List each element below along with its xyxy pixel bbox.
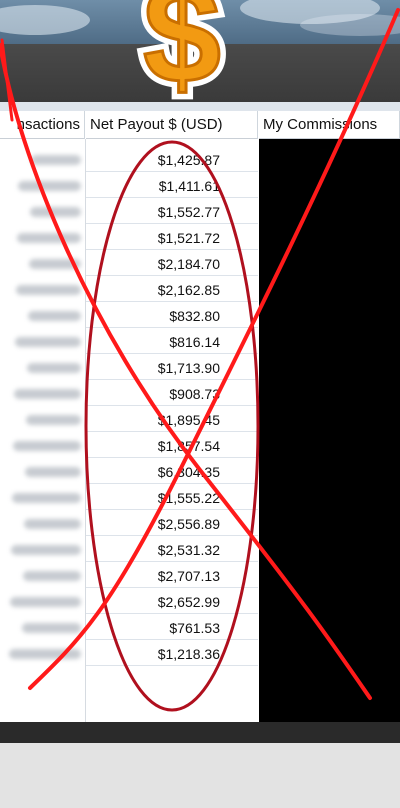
payout-cell[interactable]: $2,184.70 xyxy=(86,251,258,276)
redacted-transaction-cell xyxy=(12,493,81,503)
commissions-column-blacked-out xyxy=(259,139,400,722)
payout-cell[interactable]: $2,652.99 xyxy=(86,589,258,614)
redacted-transaction-cell xyxy=(30,207,81,217)
bottom-light-area xyxy=(0,743,400,808)
payout-cell[interactable]: $908.73 xyxy=(86,381,258,406)
redacted-transaction-cell xyxy=(18,181,81,191)
dollar-sign-icon: $ $ xyxy=(136,0,228,119)
svg-text:$: $ xyxy=(143,0,221,102)
payout-cell[interactable]: $832.80 xyxy=(86,303,258,328)
payout-cell[interactable]: $761.53 xyxy=(86,615,258,640)
redacted-transaction-cell xyxy=(29,259,81,269)
payout-cell[interactable]: $1,411.61 xyxy=(86,173,258,198)
redacted-transaction-cell xyxy=(11,545,81,555)
payout-cell[interactable]: $1,218.36 xyxy=(86,641,258,666)
payout-cell[interactable]: $2,556.89 xyxy=(86,511,258,536)
redacted-transaction-cell xyxy=(22,623,81,633)
redacted-transaction-cell xyxy=(25,467,81,477)
payout-cell[interactable]: $1,425.87 xyxy=(86,147,258,172)
payout-cell[interactable]: $1,895.45 xyxy=(86,407,258,432)
redacted-transaction-cell xyxy=(16,285,81,295)
redacted-transaction-cell xyxy=(15,337,81,347)
redacted-transaction-cell xyxy=(26,415,81,425)
redacted-transaction-cell xyxy=(24,519,81,529)
payout-cell[interactable]: $1,552.77 xyxy=(86,199,258,224)
header-net-payout[interactable]: Net Payout $ (USD) xyxy=(86,111,258,139)
payout-cell[interactable]: $2,162.85 xyxy=(86,277,258,302)
net-payout-column: $1,425.87 $1,411.61 $1,552.77 $1,521.72 $2,1… xyxy=(86,139,258,722)
payout-cell[interactable]: $1,521.72 xyxy=(86,225,258,250)
redacted-transaction-cell xyxy=(31,155,81,165)
payout-cell[interactable]: $2,531.32 xyxy=(86,537,258,562)
payout-cell[interactable]: $6,304.35 xyxy=(86,459,258,484)
payout-cell[interactable]: $2,707.13 xyxy=(86,563,258,588)
redacted-transaction-cell xyxy=(10,597,81,607)
redacted-transaction-cell xyxy=(14,389,81,399)
redacted-transaction-cell xyxy=(27,363,81,373)
payout-cell[interactable]: $1,713.90 xyxy=(86,355,258,380)
redacted-transaction-cell xyxy=(13,441,81,451)
dollar-coin-logo: $ $ xyxy=(120,0,250,119)
redacted-transaction-cell xyxy=(28,311,81,321)
payout-cell[interactable]: $1,555.22 xyxy=(86,485,258,510)
bottom-dark-bar xyxy=(0,722,400,743)
transactions-column-redacted xyxy=(0,139,86,722)
redacted-transaction-cell xyxy=(17,233,81,243)
spreadsheet: nsactions Net Payout $ (USD) My Commissi… xyxy=(0,111,400,722)
header-my-commissions[interactable]: My Commissions xyxy=(259,111,400,139)
header-transactions[interactable]: nsactions xyxy=(0,111,85,139)
payout-cell[interactable]: $1,857.54 xyxy=(86,433,258,458)
redacted-transaction-cell xyxy=(9,649,81,659)
redacted-transaction-cell xyxy=(23,571,81,581)
payout-cell[interactable]: $816.14 xyxy=(86,329,258,354)
